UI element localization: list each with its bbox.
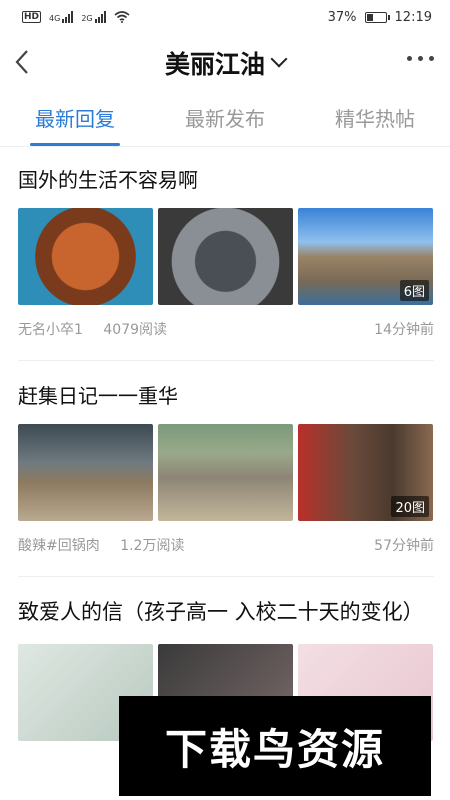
tab-featured[interactable]: 精华热帖	[300, 92, 450, 146]
post-time: 14分钟前	[374, 322, 434, 338]
post-card[interactable]: 国外的生活不容易啊 6图 无名小卒1 4079阅读 14分钟前	[18, 164, 434, 339]
post-image[interactable]	[18, 208, 153, 305]
top-app-bar: 美丽江油	[0, 34, 450, 92]
page-title: 美丽江油	[164, 50, 265, 79]
divider	[18, 576, 434, 577]
post-image[interactable]: 6图	[298, 208, 433, 305]
post-meta: 酸辣#回锅肉 1.2万阅读 57分钟前	[18, 535, 434, 555]
tab-latest-posts[interactable]: 最新发布	[150, 92, 300, 146]
hd-icon: HD	[22, 11, 42, 23]
more-dot	[418, 56, 423, 61]
chevron-down-icon	[270, 50, 288, 68]
signal-4g-icon: 4G	[49, 11, 74, 23]
post-title[interactable]: 致爱人的信（孩子高一 入校二十天的变化）	[18, 594, 434, 630]
post-reads: 1.2万阅读	[120, 538, 185, 554]
post-thumbnails: 20图	[18, 424, 434, 521]
battery-icon	[364, 11, 390, 23]
battery-fill	[366, 13, 373, 21]
chevron-left-icon	[15, 50, 28, 74]
wifi-icon	[114, 11, 130, 23]
post-title[interactable]: 国外的生活不容易啊	[18, 164, 434, 196]
post-image[interactable]: 20图	[298, 424, 433, 521]
image-count-badge: 20图	[391, 496, 429, 517]
post-image[interactable]	[158, 208, 293, 305]
network-4g-label: 4G	[49, 14, 61, 23]
watermark: 下载鸟资源	[119, 696, 431, 796]
network-2g-label: 2G	[81, 14, 93, 23]
post-author[interactable]: 无名小卒1	[18, 322, 83, 338]
status-left: HD 4G 2G	[22, 11, 130, 23]
more-dot	[429, 56, 434, 61]
post-thumbnails: 6图	[18, 208, 434, 305]
more-button[interactable]	[407, 56, 434, 61]
tab-latest-reply[interactable]: 最新回复	[0, 92, 150, 146]
battery-percent: 37%	[327, 9, 357, 25]
tab-bar: 最新回复 最新发布 精华热帖	[0, 92, 450, 147]
post-image[interactable]	[158, 424, 293, 521]
signal-2g-icon: 2G	[81, 11, 106, 23]
forum-selector[interactable]: 美丽江油	[164, 45, 288, 81]
status-bar: HD 4G 2G 37% 12:19	[0, 0, 450, 34]
more-dots-icon	[407, 56, 412, 61]
divider	[18, 360, 434, 361]
post-meta: 无名小卒1 4079阅读 14分钟前	[18, 319, 434, 339]
post-title[interactable]: 赶集日记一一重华	[18, 380, 434, 412]
post-image[interactable]	[18, 424, 153, 521]
back-button[interactable]	[12, 48, 40, 76]
post-author[interactable]: 酸辣#回锅肉	[18, 538, 100, 554]
image-count-badge: 6图	[399, 280, 429, 301]
post-time: 57分钟前	[374, 538, 434, 554]
status-right: 37% 12:19	[328, 10, 432, 25]
post-card[interactable]: 赶集日记一一重华 20图 酸辣#回锅肉 1.2万阅读 57分钟前	[18, 380, 434, 555]
post-reads: 4079阅读	[103, 322, 168, 338]
clock: 12:19	[394, 9, 432, 25]
